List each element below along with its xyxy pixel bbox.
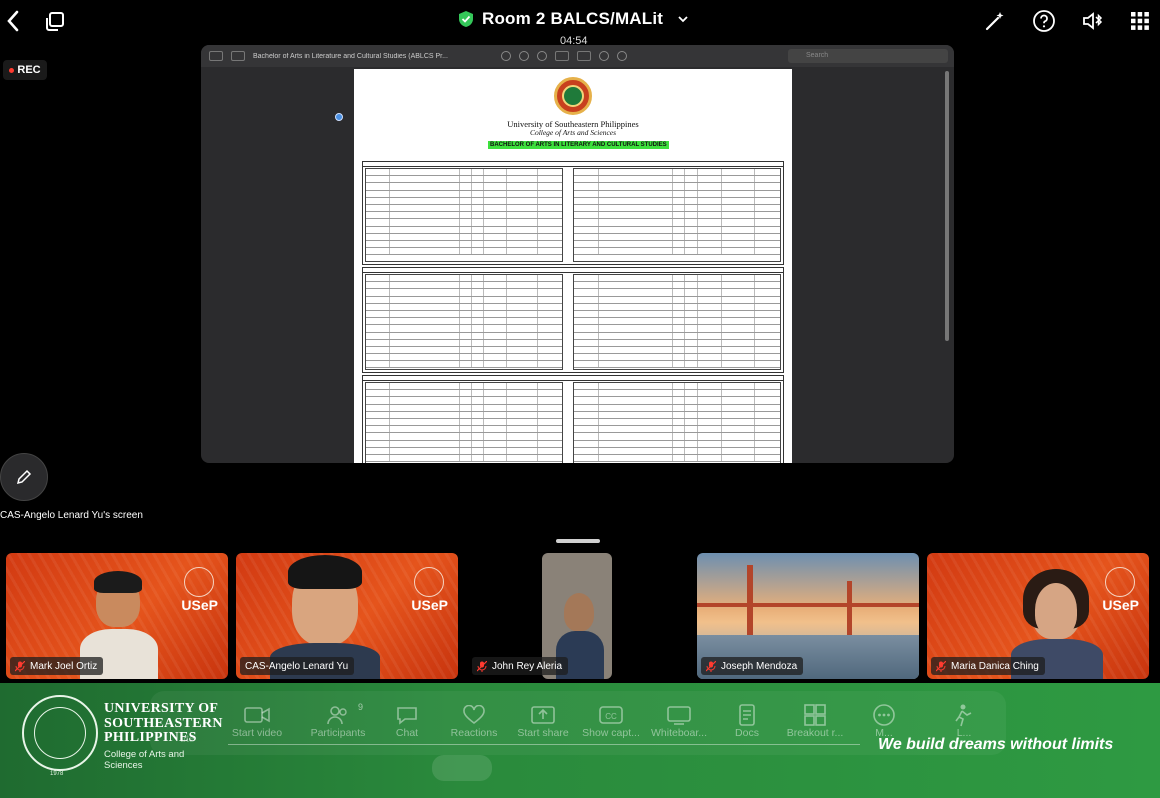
recording-badge: REC: [3, 60, 47, 80]
first-sem-table: [365, 168, 563, 262]
participant-name-tag: CAS-Angelo Lenard Yu: [240, 657, 355, 675]
participant-name: Mark Joel Ortiz: [30, 660, 98, 672]
second-sem-table: [573, 382, 781, 463]
participant-name: John Rey Aleria: [492, 660, 563, 672]
video-icon: [217, 703, 297, 727]
participant-tile[interactable]: USeP CAS-Angelo Lenard Yu: [236, 553, 458, 679]
mic-off-icon: [15, 660, 25, 672]
chevron-down-icon: [678, 16, 688, 23]
gallery-drag-handle[interactable]: [556, 539, 600, 543]
annotate-pen-button[interactable]: [0, 453, 48, 501]
second-sem-table: [573, 168, 781, 262]
switch-window-icon[interactable]: [42, 8, 68, 34]
college-name: College of Arts and Sciences: [104, 749, 185, 771]
first-sem-table: [365, 382, 563, 463]
participant-name: CAS-Angelo Lenard Yu: [245, 660, 349, 672]
usep-brand-text: USeP: [411, 597, 448, 613]
apps-grid-icon[interactable]: [1127, 8, 1153, 34]
pointer-cursor: [335, 113, 343, 121]
usep-seal-icon: [22, 695, 98, 771]
usep-brand-seal-icon: [184, 567, 214, 597]
more-icon: [844, 703, 924, 727]
toolbar-handle: [432, 755, 492, 781]
svg-text:CC: CC: [605, 712, 617, 721]
usep-brand-seal-icon: [414, 567, 444, 597]
participants-button[interactable]: Participants: [298, 703, 378, 743]
university-name: UNIVERSITY OF SOUTHEASTERN PHILIPPINES: [104, 701, 223, 745]
participant-video: [564, 593, 594, 631]
info-icon[interactable]: [617, 51, 627, 61]
zoom-fit-icon[interactable]: [537, 51, 547, 61]
participant-count-badge: 9: [358, 702, 364, 712]
participant-name: Maria Danica Ching: [951, 660, 1039, 672]
first-sem-table: [365, 274, 563, 370]
sidebar-toggle-icon[interactable]: [209, 51, 223, 61]
breakout-icon: [775, 703, 855, 727]
recording-dot-icon: [9, 67, 15, 73]
mic-off-icon: [477, 660, 487, 672]
back-chevron-icon[interactable]: [0, 8, 26, 34]
top-bar: Room 2 BALCS/MALit 04:54: [0, 0, 1160, 50]
meeting-title-button[interactable]: Room 2 BALCS/MALit: [458, 8, 689, 30]
participant-tile[interactable]: USeP Mark Joel Ortiz: [6, 553, 228, 679]
pencil-icon: [16, 469, 32, 485]
seal-year: 1978: [50, 771, 64, 777]
viewer-search-input[interactable]: Search: [788, 49, 948, 63]
rotate-icon[interactable]: [599, 51, 609, 61]
start-video-button[interactable]: Start video: [217, 703, 297, 743]
bottom-toolbar: 1978 UNIVERSITY OF SOUTHEASTERN PHILIPPI…: [0, 683, 1160, 798]
shared-screen[interactable]: Bachelor of Arts in Literature and Cultu…: [201, 45, 954, 463]
zoom-in-icon[interactable]: [519, 51, 529, 61]
secure-shield-icon: [459, 11, 473, 27]
mic-off-icon: [706, 660, 716, 672]
share-doc-icon[interactable]: [577, 51, 591, 61]
usep-slogan: We build dreams without limits: [878, 736, 1114, 753]
usep-brand-text: USeP: [181, 597, 218, 613]
participant-tile[interactable]: USeP Maria Danica Ching: [927, 553, 1149, 679]
pdf-viewer-toolbar: Bachelor of Arts in Literature and Cultu…: [201, 45, 954, 67]
third-year-table: [362, 375, 784, 463]
golden-gate-bridge-icon: [697, 603, 919, 607]
zoom-out-icon[interactable]: [501, 51, 511, 61]
participant-name-tag: Joseph Mendoza: [701, 657, 804, 675]
view-mode-icon[interactable]: [231, 51, 245, 61]
usep-brand-text: USeP: [1102, 597, 1139, 613]
first-year-table: [362, 161, 784, 265]
magic-wand-icon[interactable]: [982, 8, 1008, 34]
participant-name: Joseph Mendoza: [721, 660, 798, 672]
participants-icon: [298, 703, 378, 727]
document-title: Bachelor of Arts in Literature and Cultu…: [253, 52, 448, 60]
breakout-rooms-button[interactable]: Breakout r...: [775, 703, 855, 743]
second-year-table: [362, 267, 784, 373]
viewer-scrollbar[interactable]: [945, 71, 949, 341]
participant-name-tag: John Rey Aleria: [472, 657, 569, 675]
mic-off-icon: [936, 660, 946, 672]
toolbar-divider: [228, 744, 860, 745]
document-program-title: BACHELOR OF ARTS IN LITERARY AND CULTURA…: [488, 141, 669, 149]
presenter-label: CAS-Angelo Lenard Yu's screen: [0, 510, 143, 521]
leave-icon: [924, 703, 1004, 727]
markup-icon[interactable]: [555, 51, 569, 61]
reactions-button[interactable]: Reactions: [434, 703, 514, 743]
participant-tile[interactable]: Joseph Mendoza: [697, 553, 919, 679]
participant-name-tag: Mark Joel Ortiz: [10, 657, 104, 675]
recording-label: REC: [17, 64, 41, 76]
mute-label[interactable]: ute: [180, 733, 195, 745]
heart-icon: [434, 703, 514, 727]
speaker-bluetooth-icon[interactable]: [1080, 8, 1106, 34]
participant-name-tag: Maria Danica Ching: [931, 657, 1045, 675]
second-sem-table: [573, 274, 781, 370]
university-seal-icon: [554, 77, 592, 115]
meeting-title: Room 2 BALCS/MALit: [482, 9, 664, 28]
help-icon[interactable]: [1031, 8, 1057, 34]
curriculum-document: University of Southeastern Philippines C…: [354, 69, 792, 463]
usep-brand-seal-icon: [1105, 567, 1135, 597]
document-college: College of Arts and Sciences: [529, 128, 617, 137]
